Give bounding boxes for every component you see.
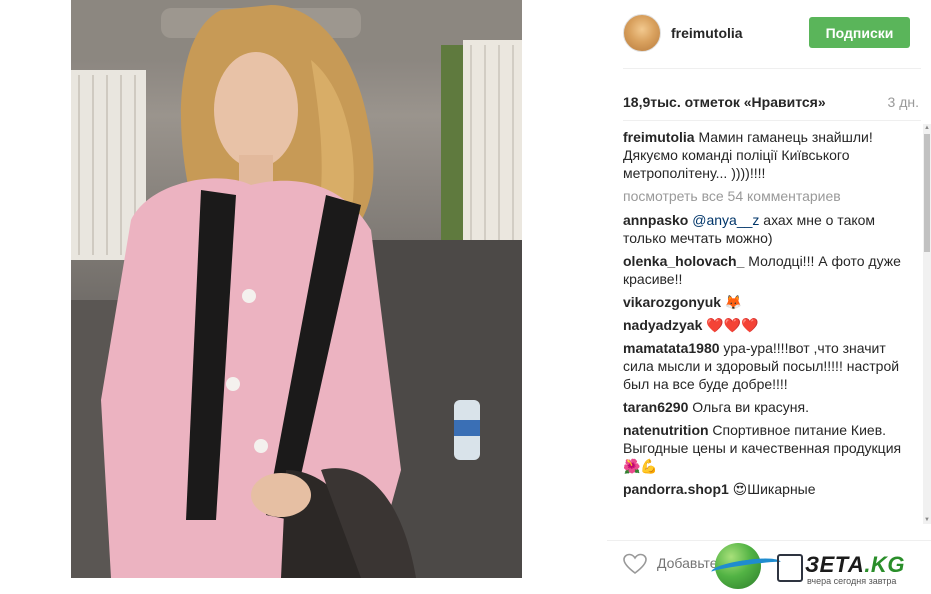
comment-username[interactable]: taran6290: [623, 399, 688, 415]
comment-item: taran6290 Ольга ви красуня.: [623, 398, 919, 416]
comment-text: 😍Шикарные: [728, 481, 816, 497]
header-divider: [623, 68, 921, 69]
comment-username[interactable]: pandorra.shop1: [623, 481, 729, 497]
comment-item: annpasko @anya__z ахах мне о таком тольк…: [623, 211, 919, 247]
comments-list[interactable]: freimutolia Мамин гаманець знайшли! Дяку…: [623, 128, 919, 526]
likes-row: 18,9тыс. отметок «Нравится» 3 дн.: [623, 92, 921, 112]
comment-username[interactable]: vikarozgonyuk: [623, 294, 721, 310]
watermark-subtitle: вчера сегодня завтра: [807, 576, 897, 586]
comment-mention[interactable]: @anya__z: [692, 212, 759, 228]
hourglass-icon: [777, 554, 803, 582]
likes-divider: [623, 120, 921, 121]
comment-item: vikarozgonyuk 🦊: [623, 293, 919, 311]
watermark-title-main: ЗЕТА: [805, 552, 865, 577]
watermark-title-kg: .KG: [864, 552, 905, 577]
watermark-title: ЗЕТА.KG: [805, 552, 905, 578]
post-sidebar: freimutolia Подписки 18,9тыс. отметок «Н…: [607, 0, 931, 594]
comment-item: mamatata1980 ура-ура!!!!вот ,что значит …: [623, 339, 919, 393]
avatar[interactable]: [623, 14, 661, 52]
watermark-logo: ЗЕТА.KG вчера сегодня завтра: [710, 540, 931, 594]
follow-button[interactable]: Подписки: [809, 17, 910, 48]
likes-count[interactable]: 18,9тыс. отметок «Нравится»: [623, 94, 826, 110]
scrollbar-thumb[interactable]: [924, 134, 930, 252]
comment-username[interactable]: olenka_holovach_: [623, 253, 744, 269]
comment-item: olenka_holovach_ Молодці!!! А фото дуже …: [623, 252, 919, 288]
caption-username[interactable]: freimutolia: [623, 129, 695, 145]
heart-outline-icon[interactable]: [623, 553, 647, 575]
comment-username[interactable]: natenutrition: [623, 422, 709, 438]
comment-username[interactable]: mamatata1980: [623, 340, 720, 356]
photo-illustration: [71, 0, 522, 578]
comment-text: 🦊: [721, 294, 743, 310]
post-photo[interactable]: [71, 0, 522, 578]
comment-item: nadyadzyak ❤️❤️❤️: [623, 316, 919, 334]
arrow-up-icon[interactable]: ▲: [923, 124, 931, 132]
comment-username[interactable]: nadyadzyak: [623, 317, 702, 333]
comment-username[interactable]: annpasko: [623, 212, 688, 228]
caption: freimutolia Мамин гаманець знайшли! Дяку…: [623, 128, 919, 182]
comment-text: ❤️❤️❤️: [702, 317, 759, 333]
comments-scrollbar[interactable]: ▲ ▼: [923, 124, 931, 524]
comment-item: pandorra.shop1 😍Шикарные: [623, 480, 919, 498]
post-header: freimutolia Подписки: [607, 0, 931, 68]
arrow-down-icon[interactable]: ▼: [923, 516, 931, 524]
comment-item: natenutrition Спортивное питание Киев. В…: [623, 421, 919, 475]
comment-text: Ольга ви красуня.: [688, 399, 809, 415]
username[interactable]: freimutolia: [671, 25, 743, 41]
post-time[interactable]: 3 дн.: [888, 94, 919, 110]
view-all-comments-link[interactable]: посмотреть все 54 комментариев: [623, 187, 919, 205]
